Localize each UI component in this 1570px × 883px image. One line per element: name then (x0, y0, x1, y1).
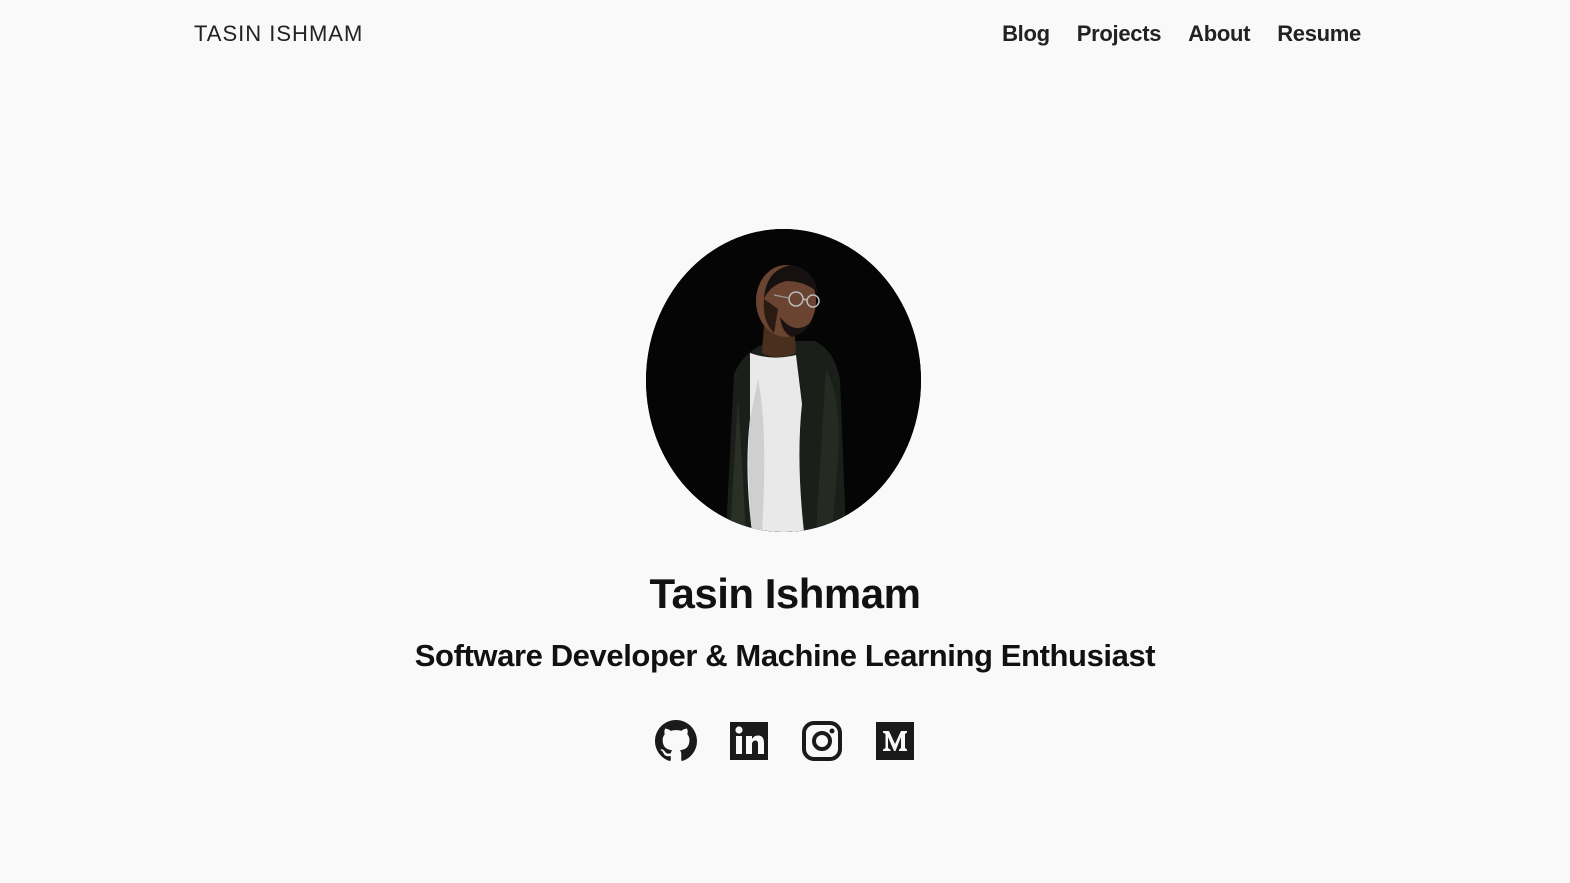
instagram-link[interactable] (801, 720, 843, 762)
linkedin-icon (730, 722, 768, 760)
top-nav: TASIN ISHMAM Blog Projects About Resume (0, 0, 1570, 68)
profile-photo (646, 229, 921, 532)
profile-photo-illustration (646, 229, 921, 532)
page: TASIN ISHMAM Blog Projects About Resume (0, 0, 1570, 883)
nav-link-resume[interactable]: Resume (1277, 20, 1361, 48)
brand-link[interactable]: TASIN ISHMAM (194, 20, 363, 48)
nav-link-blog[interactable]: Blog (1002, 20, 1050, 48)
instagram-icon (802, 721, 842, 761)
github-link[interactable] (655, 720, 697, 762)
nav-link-projects[interactable]: Projects (1077, 20, 1162, 48)
medium-icon (876, 722, 914, 760)
profile-tagline: Software Developer & Machine Learning En… (414, 638, 1156, 673)
github-icon (655, 720, 697, 761)
social-links (655, 720, 916, 762)
nav-links: Blog Projects About Resume (1002, 20, 1361, 48)
nav-link-about[interactable]: About (1188, 20, 1250, 48)
profile-name: Tasin Ishmam (649, 570, 921, 617)
medium-link[interactable] (874, 720, 916, 762)
linkedin-link[interactable] (728, 720, 770, 762)
